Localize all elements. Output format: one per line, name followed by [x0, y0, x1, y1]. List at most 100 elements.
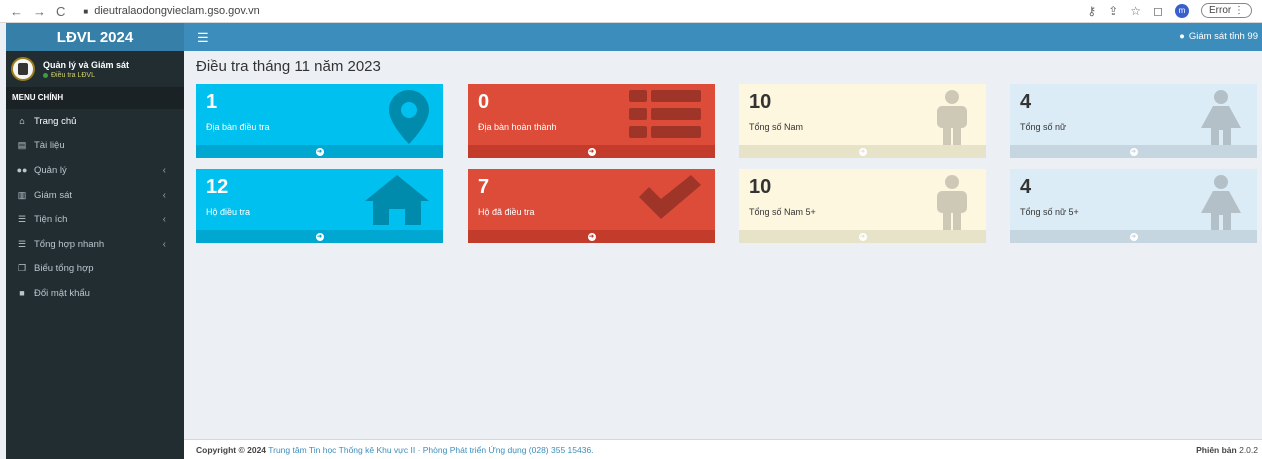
app-logo[interactable]: LĐVL 2024 [6, 23, 184, 51]
chevron-left-icon: ‹ [162, 164, 166, 176]
stat-label: Hộ đã điều tra [478, 207, 535, 217]
male-icon [937, 90, 967, 146]
stat-number: 10 [749, 176, 772, 198]
address-bar[interactable]: ■ dieutralaodongvieclam.gso.gov.vn [83, 5, 259, 17]
arrow-circle-right-icon: ➜ [858, 147, 867, 156]
copy-icon: ❐ [17, 263, 27, 274]
footer-link[interactable]: Trung tâm Tin học Thống kê Khu vực II · … [268, 445, 593, 455]
stat-box: 10 Tổng số Nam ➜ [739, 84, 986, 158]
sidebar-item-label: Tiện ích [34, 214, 68, 226]
female-icon [1201, 175, 1241, 231]
key-icon[interactable]: ⚷ [1087, 4, 1096, 18]
stat-box: 4 Tổng số nữ 5+ ➜ [1010, 169, 1257, 243]
page-title: Điều tra tháng 11 năm 2023 [196, 58, 381, 75]
stat-number: 10 [749, 91, 772, 113]
sidebar-item-monitoring[interactable]: ▥ Giám sát ‹ [6, 183, 184, 208]
stat-label: Địa bàn điều tra [206, 122, 270, 132]
sidebar-toggle-button[interactable]: ☰ [197, 30, 209, 46]
sidebar-item-label: Trang chủ [34, 115, 77, 127]
user-panel-status: Điều tra LĐVL [43, 72, 129, 79]
user-menu[interactable]: ● Giám sát tỉnh 99 [1179, 31, 1258, 42]
url-text: dieutralaodongvieclam.gso.gov.vn [94, 5, 260, 17]
sidebar-item-label: Quản lý [34, 164, 67, 176]
reload-icon[interactable]: C [56, 4, 65, 19]
document-icon: ▤ [17, 140, 27, 151]
lock-icon: ■ [19, 288, 25, 299]
stat-box: 10 Tổng số Nam 5+ ➜ [739, 169, 986, 243]
error-label: Error [1208, 5, 1232, 16]
more-info-link[interactable]: ➜ [196, 230, 443, 243]
stat-label: Tổng số nữ 5+ [1020, 207, 1079, 217]
app-title: LĐVL 2024 [56, 28, 134, 46]
list-icon [629, 90, 701, 138]
arrow-circle-right-icon: ➜ [1129, 232, 1138, 241]
stat-number: 7 [478, 176, 490, 198]
sidebar-item-home[interactable]: ⌂ Trang chủ [6, 109, 184, 134]
list-icon: ☰ [17, 214, 27, 225]
stat-number: 4 [1020, 176, 1032, 198]
more-info-link[interactable]: ➜ [739, 230, 986, 243]
stat-label: Tổng số nữ [1020, 122, 1067, 132]
more-info-link[interactable]: ➜ [1010, 230, 1257, 243]
sidebar: LĐVL 2024 Quản lý và Giám sát Điều tra L… [6, 23, 184, 459]
sidebar-item-utilities[interactable]: ☰ Tiện ích ‹ [6, 207, 184, 232]
arrow-circle-right-icon: ➜ [315, 232, 324, 241]
stat-box: 1 Địa bàn điều tra ➜ [196, 84, 443, 158]
sidebar-item-label: Đổi mật khẩu [34, 287, 90, 299]
menu-header: MENU CHÍNH [6, 87, 184, 109]
more-info-link[interactable]: ➜ [468, 145, 715, 158]
more-info-link[interactable]: ➜ [1010, 145, 1257, 158]
more-info-link[interactable]: ➜ [196, 145, 443, 158]
copyright-prefix: Copyright © 2024 [196, 445, 267, 455]
emblem-icon [11, 57, 35, 81]
top-navbar: ☰ ● Giám sát tỉnh 99 [184, 23, 1262, 51]
lock-icon: ■ [83, 6, 89, 16]
user-panel-name: Quản lý và Giám sát [43, 59, 130, 70]
more-info-link[interactable]: ➜ [739, 145, 986, 158]
forward-icon[interactable]: → [33, 4, 46, 19]
stat-number: 4 [1020, 91, 1032, 113]
female-icon [1201, 90, 1241, 146]
version: Phiên bản 2.0.2 [1196, 445, 1258, 455]
sidebar-item-documents[interactable]: ▤ Tài liệu [6, 134, 184, 159]
error-button[interactable]: Error ⋮ [1200, 3, 1252, 18]
share-icon[interactable]: ⇪ [1108, 4, 1118, 18]
sidebar-item-management[interactable]: ●● Quản lý ‹ [6, 158, 184, 183]
more-info-link[interactable]: ➜ [468, 230, 715, 243]
back-icon[interactable]: ← [10, 4, 23, 19]
home-icon [365, 175, 429, 225]
version-number: 2.0.2 [1239, 445, 1258, 455]
browser-toolbar: ← → C ■ dieutralaodongvieclam.gso.gov.vn… [0, 0, 1262, 23]
sidebar-item-summary-tables[interactable]: ❐ Biểu tổng hợp [6, 257, 184, 282]
male-icon [937, 175, 967, 231]
arrow-circle-right-icon: ➜ [315, 147, 324, 156]
user-panel: Quản lý và Giám sát Điều tra LĐVL [6, 51, 184, 87]
version-label: Phiên bản [1196, 445, 1237, 455]
stat-box: 4 Tổng số nữ ➜ [1010, 84, 1257, 158]
check-icon [639, 175, 701, 219]
stat-box: 12 Hộ điều tra ➜ [196, 169, 443, 243]
list-icon: ☰ [17, 238, 27, 249]
stat-label: Hộ điều tra [206, 207, 251, 217]
star-icon[interactable]: ☆ [1130, 4, 1141, 18]
user-panel-status-text: Điều tra LĐVL [51, 71, 95, 79]
arrow-circle-right-icon: ➜ [587, 147, 596, 156]
arrow-circle-right-icon: ➜ [587, 232, 596, 241]
sidebar-item-quick-summary[interactable]: ☰ Tổng hợp nhanh ‹ [6, 232, 184, 257]
stat-box: 0 Địa bàn hoàn thành ➜ [468, 84, 715, 158]
sidebar-item-change-password[interactable]: ■ Đổi mật khẩu [6, 281, 184, 306]
stat-label: Tổng số Nam [749, 122, 804, 132]
stat-number: 0 [478, 91, 490, 113]
profile-avatar[interactable]: m [1174, 3, 1189, 18]
chevron-left-icon: ‹ [162, 238, 166, 250]
sidebar-item-label: Biểu tổng hợp [34, 263, 94, 275]
online-dot-icon [43, 72, 48, 78]
users-icon: ●● [16, 165, 28, 176]
arrow-circle-right-icon: ➜ [858, 232, 867, 241]
window-icon[interactable]: ◻ [1153, 4, 1163, 18]
page-footer: Copyright © 2024 Trung tâm Tin học Thống… [184, 439, 1262, 459]
copyright: Copyright © 2024 Trung tâm Tin học Thống… [196, 445, 594, 455]
chevron-left-icon: ‹ [162, 189, 166, 201]
arrow-circle-right-icon: ➜ [1129, 147, 1138, 156]
user-icon: ● [1179, 31, 1185, 42]
